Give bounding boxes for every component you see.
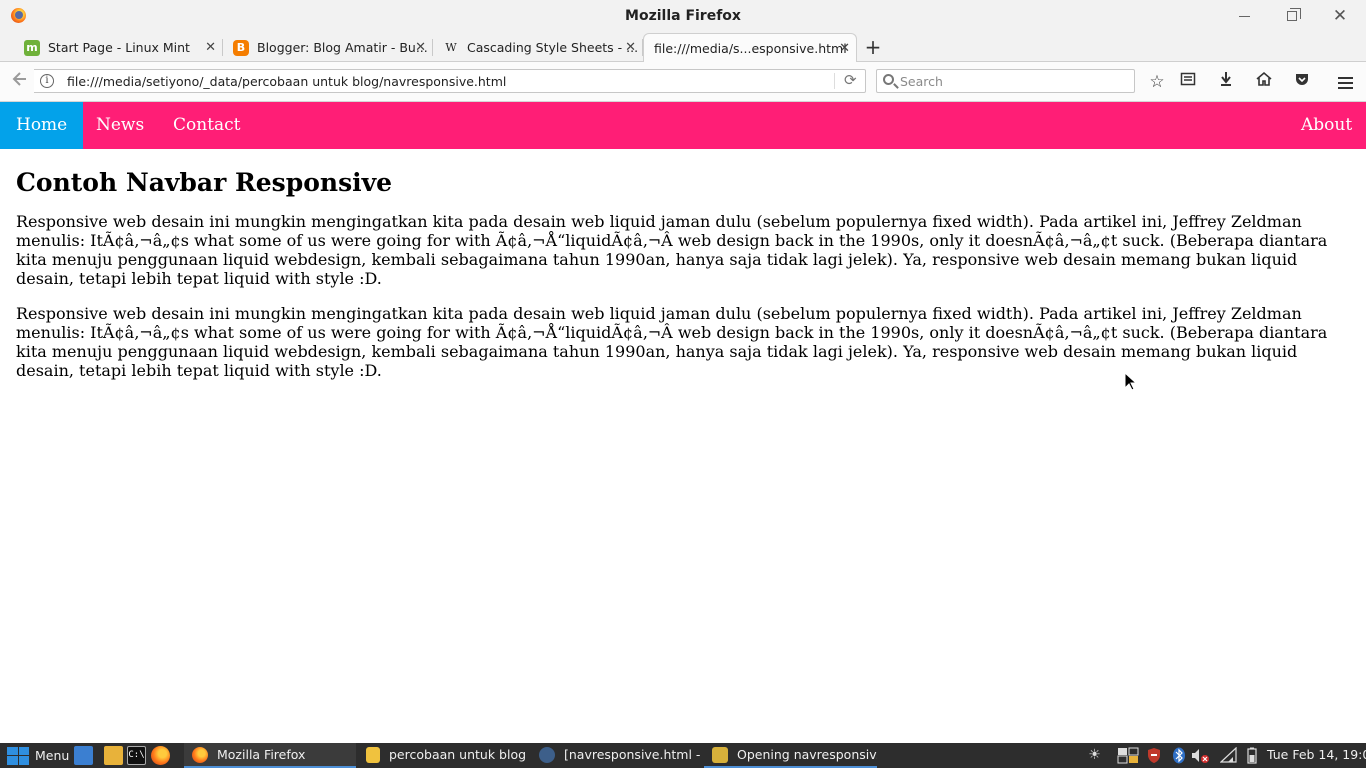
close-tab-icon[interactable]: ✕: [415, 40, 426, 55]
task-editor[interactable]: [navresponsive.html - ...: [531, 743, 704, 768]
task-label: Opening navresponsiv...: [737, 747, 877, 762]
tab-label: Blogger: Blog Amatir - Bu...: [257, 40, 428, 55]
page-content: Contoh Navbar Responsive Responsive web …: [16, 168, 1352, 396]
taskbar-clock[interactable]: Tue Feb 14, 19:04: [1267, 747, 1366, 762]
tab-label: file:///media/s...esponsive.html: [654, 41, 847, 56]
nav-news-link[interactable]: News: [80, 102, 160, 149]
reading-list-icon[interactable]: [1177, 71, 1199, 93]
maximize-button[interactable]: [1277, 5, 1307, 27]
tab-bar: m Start Page - Linux Mint ✕ B Blogger: B…: [0, 33, 1366, 63]
window-title: Mozilla Firefox: [625, 8, 741, 24]
mouse-pointer-icon: [1124, 371, 1138, 391]
window-titlebar: Mozilla Firefox ✕: [0, 0, 1366, 33]
navigation-toolbar: i file:///media/setiyono/_data/percobaan…: [0, 62, 1366, 102]
task-opening-dialog[interactable]: Opening navresponsiv...: [704, 743, 877, 768]
home-icon[interactable]: [1253, 71, 1275, 93]
task-label: [navresponsive.html - ...: [564, 747, 704, 762]
nav-about-link[interactable]: About: [1285, 102, 1366, 149]
close-tab-icon[interactable]: ✕: [205, 40, 216, 55]
url-bar[interactable]: i file:///media/setiyono/_data/percobaan…: [34, 69, 866, 93]
download-icon[interactable]: [1215, 71, 1237, 93]
tab-blogger[interactable]: B Blogger: Blog Amatir - Bu... ✕: [233, 33, 433, 62]
page-heading: Contoh Navbar Responsive: [16, 168, 393, 197]
close-icon: ✕: [1332, 6, 1348, 26]
show-desktop-icon[interactable]: [74, 746, 93, 765]
maximize-icon: [1287, 8, 1301, 21]
url-text[interactable]: file:///media/setiyono/_data/percobaan u…: [67, 74, 506, 89]
back-arrow-icon: [12, 72, 26, 86]
editor-icon: [539, 746, 555, 763]
wikipedia-icon: W: [445, 41, 457, 54]
linux-mint-icon: m: [24, 39, 40, 56]
search-input[interactable]: [900, 72, 1125, 90]
menu-label: Menu: [35, 748, 70, 763]
search-icon: [883, 74, 894, 85]
task-label: Mozilla Firefox: [217, 747, 306, 762]
battery-icon[interactable]: [1243, 747, 1260, 764]
tab-label: Cascading Style Sheets - ...: [467, 40, 639, 55]
system-taskbar: Menu C:\ Mozilla Firefox percobaan untuk…: [0, 743, 1366, 768]
task-file-manager[interactable]: percobaan untuk blog: [358, 743, 530, 768]
site-navbar: Home News Contact About: [0, 102, 1366, 149]
firefox-launcher-icon[interactable]: [151, 746, 170, 765]
security-shield-icon[interactable]: [1145, 747, 1162, 764]
tab-start-page[interactable]: m Start Page - Linux Mint ✕: [24, 33, 223, 62]
volume-muted-icon[interactable]: [1190, 747, 1209, 764]
menu-logo-icon: [7, 746, 29, 765]
hamburger-menu-icon[interactable]: [1334, 74, 1356, 96]
paragraph-1: Responsive web desain ini mungkin mengin…: [16, 212, 1328, 288]
back-button[interactable]: [8, 70, 32, 94]
close-tab-icon[interactable]: ✕: [625, 40, 636, 55]
pocket-icon[interactable]: [1291, 71, 1313, 93]
urlbar-divider: [834, 73, 835, 89]
files-icon[interactable]: [104, 746, 123, 765]
document-icon: [712, 746, 728, 763]
new-tab-button[interactable]: +: [863, 37, 883, 57]
bluetooth-icon[interactable]: [1170, 747, 1187, 764]
task-firefox[interactable]: Mozilla Firefox: [184, 743, 356, 768]
tab-label: Start Page - Linux Mint: [48, 40, 190, 55]
tab-navresponsive[interactable]: file:///media/s...esponsive.html ✕: [643, 33, 857, 63]
minimize-button[interactable]: [1229, 5, 1259, 27]
blogger-icon: B: [233, 39, 249, 56]
workspace-switcher-icon[interactable]: [1116, 747, 1140, 764]
tab-css-wikipedia[interactable]: W Cascading Style Sheets - ... ✕: [443, 33, 643, 62]
site-info-icon[interactable]: i: [40, 74, 54, 88]
search-bar[interactable]: [876, 69, 1135, 93]
terminal-icon[interactable]: C:\: [127, 746, 146, 765]
web-page: Home News Contact About Contoh Navbar Re…: [0, 102, 1366, 743]
close-tab-icon[interactable]: ✕: [839, 41, 850, 56]
firefox-icon: [192, 746, 208, 763]
nav-contact-link[interactable]: Contact: [157, 102, 257, 149]
bookmark-star-icon[interactable]: ☆: [1146, 71, 1168, 93]
task-label: percobaan untuk blog: [389, 747, 527, 762]
folder-icon: [366, 746, 380, 763]
start-menu-button[interactable]: Menu: [0, 743, 70, 768]
reload-icon[interactable]: ⟳: [844, 71, 857, 89]
minimize-icon: [1238, 16, 1250, 17]
wifi-signal-icon[interactable]: [1219, 746, 1237, 764]
brightness-icon[interactable]: ☀: [1086, 747, 1103, 764]
nav-home-link[interactable]: Home: [0, 102, 84, 149]
paragraph-2: Responsive web desain ini mungkin mengin…: [16, 304, 1328, 380]
close-window-button[interactable]: ✕: [1325, 5, 1355, 27]
